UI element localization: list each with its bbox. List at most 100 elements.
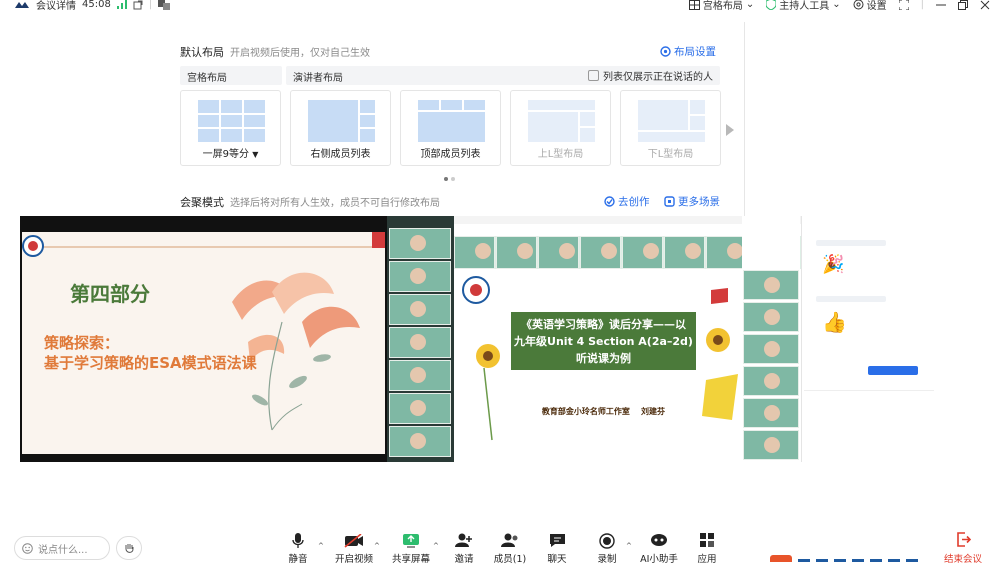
layout-card-label: 顶部成员列表 [420,149,481,160]
chevron-down-icon: ⌄ [832,0,841,10]
members-button[interactable]: 成员(1) [483,532,537,565]
chat-button[interactable]: 聊天 [530,532,584,565]
settings-button[interactable]: 设置 [853,0,887,12]
avatar [410,367,426,383]
popout-icon[interactable] [133,0,143,10]
end-meeting-button[interactable]: 结束会议 [937,532,989,565]
chat-panel: 🎉 👍 [801,216,936,462]
participant-tile[interactable] [389,228,451,259]
close-icon[interactable] [980,0,990,10]
participant-tile[interactable] [743,334,799,364]
chevron-up-icon[interactable]: ^ [374,542,380,550]
chat-input-area[interactable] [804,390,934,456]
participant-tile[interactable] [743,302,799,332]
pager-dot[interactable] [451,177,455,181]
layout-card-label: 上L型布局 [537,149,584,160]
slide-book-sharing: 《英语学习策略》读后分享——以 九年级Unit 4 Section A(2a–2… [456,270,743,450]
participant-tile[interactable] [743,366,799,396]
avatar [685,243,701,259]
avatar [559,243,575,259]
participant-tile[interactable] [664,236,705,269]
participant-tile[interactable] [389,261,451,292]
avatar [601,243,617,259]
avatar [410,268,426,284]
apps-button[interactable]: 应用 [680,532,734,565]
participant-tile[interactable] [538,236,579,269]
layout-tabs: 宫格布局 演讲者布局 列表仅展示正在说话的人 [180,66,720,85]
minimize-icon[interactable] [936,0,946,10]
tab-grid-layout[interactable]: 宫格布局 [180,66,282,85]
participant-tile[interactable] [743,270,799,300]
participant-tile[interactable] [389,360,451,391]
participant-tile[interactable] [389,294,451,325]
thumbs-up-icon: 👍 [822,310,847,334]
chevron-up-icon[interactable]: ^ [318,542,324,550]
share-screen-icon [403,534,419,548]
more-scenes-link[interactable]: 更多场景 [664,194,720,209]
go-create-label: 去创作 [618,196,650,208]
ai-assistant-button[interactable]: AI小助手 [632,532,686,565]
only-speaking-checkbox[interactable]: 列表仅展示正在说话的人 [588,69,713,83]
participant-tile[interactable] [389,327,451,358]
focus-mode-subtitle: 选择后将对所有人生效，成员不可自行修改布局 [230,198,440,209]
right-list-thumbnail [308,100,375,142]
layout-card-bottom-l[interactable]: 下L型布局 [620,90,721,166]
participant-tile[interactable] [496,236,537,269]
participant-tile[interactable] [706,236,747,269]
layout-panel: 默认布局 开启视频后使用，仅对自己生效 布局设置 宫格布局 演讲者布局 列表仅展示… [170,22,745,218]
layout-card-top-list[interactable]: 顶部成员列表 [400,90,501,166]
record-label: 录制 [597,554,617,565]
chat-label: 聊天 [547,554,567,565]
host-tools-button[interactable]: 主持人工具 ⌄ [766,0,841,12]
participant-tile[interactable] [580,236,621,269]
slide-title-line-1: 《英语学习策略》读后分享——以 [521,318,686,331]
next-page-arrow-icon[interactable] [726,124,734,136]
avatar [410,235,426,251]
top-bar: 会议详情 45:08 | 宫格布局 ⌄ 主持人工具 ⌄ 设置 | [0,0,1000,14]
apps-icon [699,533,714,547]
restore-icon[interactable] [958,0,968,10]
grid-layout-button[interactable]: 宫格布局 ⌄ [688,0,754,12]
slide-line-1: 策略探索： [44,334,120,352]
pager-dot[interactable] [444,177,448,181]
layout-card-top-l[interactable]: 上L型布局 [510,90,611,166]
layout-settings-link[interactable]: 布局设置 [660,44,716,59]
checkbox-box[interactable] [588,70,599,81]
signal-icon[interactable] [116,0,127,9]
mute-button[interactable]: 静音 [271,532,325,565]
say-something-input[interactable]: 说点什么... [14,536,110,560]
go-create-link[interactable]: 去创作 [604,194,650,209]
microphone-icon [292,532,304,548]
gear-icon [660,46,671,57]
shared-screen-1: 第四部分 策略探索： 基于学习策略的ESA模式语法课 [20,216,387,462]
share-screen-button[interactable]: 共享屏幕 [384,532,438,565]
more-scenes-label: 更多场景 [678,196,720,208]
pager-dots [444,177,455,181]
grid-icon [688,0,700,10]
translate-icon[interactable] [158,0,171,10]
participant-tile[interactable] [743,430,799,460]
fullscreen-icon[interactable] [898,0,909,10]
participant-tile[interactable] [389,426,451,457]
tencent-logo-icon [14,0,30,10]
tab-speaker-layout[interactable]: 演讲者布局 列表仅展示正在说话的人 [286,66,720,85]
raise-hand-button[interactable] [116,536,142,560]
caret-down-icon: ▼ [252,150,259,159]
slide-title-line-2: 九年级Unit 4 Section A(2a–2d) [514,335,693,348]
layout-card-right-list[interactable]: 右侧成员列表 [290,90,391,166]
participant-tile[interactable] [743,398,799,428]
slide-title-line-3: 听说课为例 [576,352,631,365]
ai-assistant-label: AI小助手 [640,554,678,565]
grid-layout-label: 宫格布局 [702,1,743,12]
avatar [410,334,426,350]
participant-tile[interactable] [622,236,663,269]
participant-tile[interactable] [389,393,451,424]
default-layout-title: 默认布局 [180,46,224,59]
meeting-details-link[interactable]: 会议详情 [36,0,76,12]
focus-mode-heading: 会聚模式 选择后将对所有人生效，成员不可自行修改布局 [180,194,440,210]
chat-bubble [816,296,886,302]
video-button[interactable]: 开启视频 [327,532,381,565]
participant-tile[interactable] [454,236,495,269]
chevron-up-icon[interactable]: ^ [626,542,632,550]
layout-card-nine-grid[interactable]: 一屏9等分 ▼ [180,90,281,166]
